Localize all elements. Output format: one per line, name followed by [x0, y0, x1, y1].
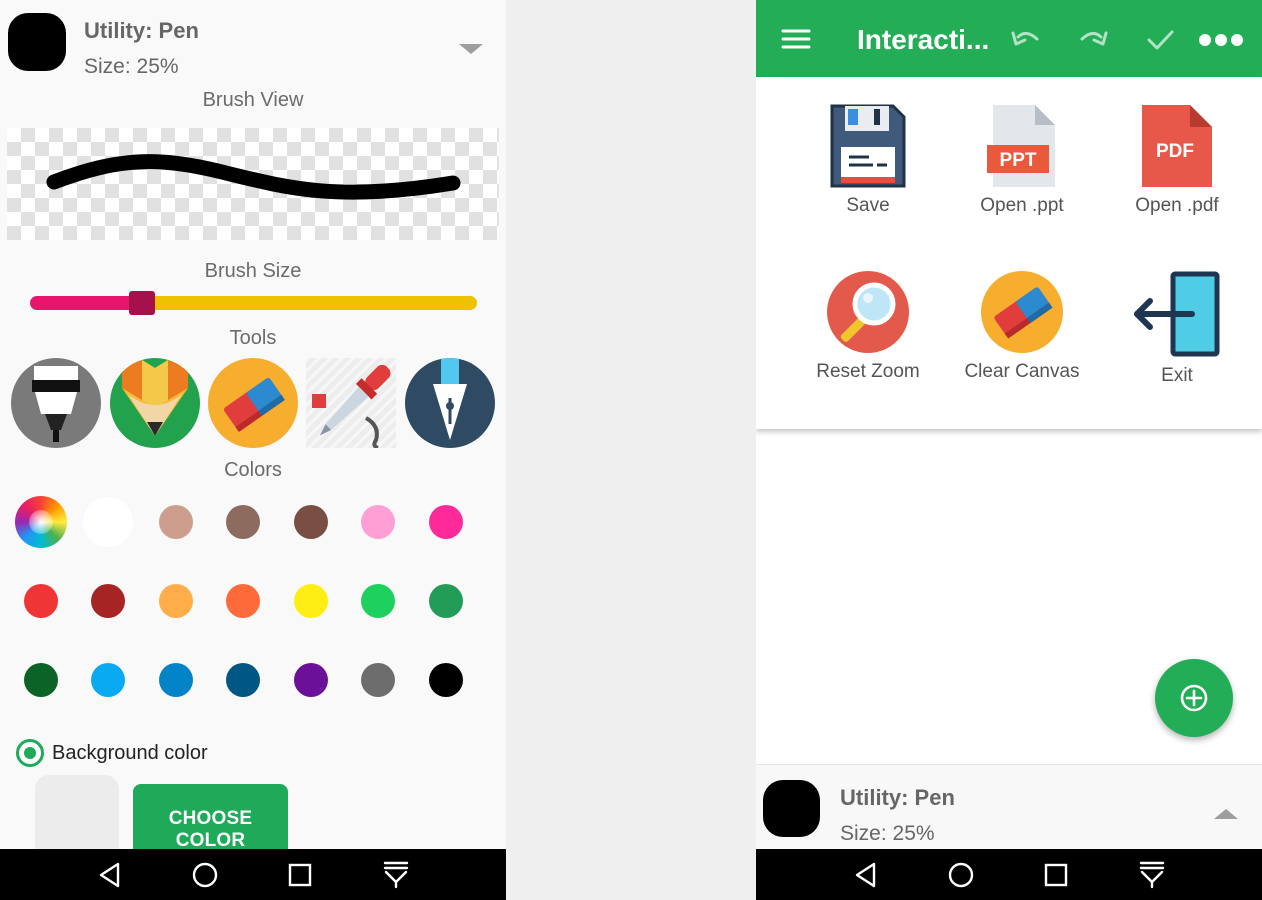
color-swatch[interactable]	[429, 663, 463, 697]
open-pdf-menu-item[interactable]: PDF Open .pdf	[1107, 103, 1247, 217]
file-menu: Save PPT Open .ppt PDF Open .pdf Reset Z…	[756, 77, 1262, 429]
open-ppt-menu-item[interactable]: PPT Open .ppt	[952, 103, 1092, 217]
save-icon	[830, 104, 906, 188]
color-swatch[interactable]	[429, 584, 463, 618]
home-icon[interactable]	[189, 859, 221, 891]
brush-view-label: Brush View	[202, 89, 304, 111]
current-color-swatch	[763, 780, 820, 837]
eraser-icon[interactable]	[208, 358, 298, 448]
add-circle-icon	[1180, 684, 1208, 712]
tools-label: Tools	[229, 327, 277, 349]
brush-stroke-preview	[46, 154, 461, 200]
canvas-screen: Interacti... Save PPT Open .ppt PDF Open…	[756, 0, 1262, 900]
undo-icon[interactable]	[1010, 20, 1042, 58]
exit-menu-item[interactable]: Exit	[1107, 271, 1247, 387]
color-swatch[interactable]	[226, 584, 260, 618]
reset-zoom-label: Reset Zoom	[816, 361, 920, 382]
app-title: Interacti...	[857, 24, 990, 55]
utility-size: Size: 25%	[840, 822, 935, 845]
choose-color-button[interactable]: CHOOSE COLOR	[133, 784, 288, 851]
back-icon[interactable]	[850, 859, 882, 891]
color-swatch[interactable]	[294, 663, 328, 697]
utility-title: Utility: Pen	[840, 785, 955, 810]
brush-size-slider[interactable]	[30, 291, 477, 315]
utility-bottom-bar[interactable]: Utility: Pen Size: 25%	[756, 764, 1262, 849]
back-icon[interactable]	[94, 859, 126, 891]
notifications-icon[interactable]	[1136, 859, 1168, 891]
fountain-pen-icon[interactable]	[405, 358, 495, 448]
home-icon[interactable]	[945, 859, 977, 891]
utility-header[interactable]: Utility: Pen Size: 25%	[0, 0, 506, 88]
ppt-file-icon: PPT	[987, 105, 1055, 187]
utility-size: Size: 25%	[84, 55, 179, 78]
color-wheel-icon[interactable]	[15, 496, 67, 548]
color-swatch[interactable]	[361, 584, 395, 618]
radio-selected-dot	[24, 747, 36, 759]
slider-active-track	[30, 296, 142, 310]
color-swatch[interactable]	[226, 505, 260, 539]
add-button[interactable]	[1155, 659, 1233, 737]
color-swatch[interactable]	[361, 505, 395, 539]
brush-size-label: Brush Size	[204, 260, 302, 282]
background-color-label: Background color	[52, 742, 208, 764]
color-swatch[interactable]	[429, 505, 463, 539]
pdf-file-icon: PDF	[1142, 105, 1212, 187]
caret-down-icon[interactable]	[459, 44, 483, 54]
redo-icon[interactable]	[1077, 20, 1109, 58]
exit-icon	[1134, 271, 1220, 357]
marker-icon[interactable]	[11, 358, 101, 448]
navigation-bar	[756, 849, 1262, 900]
brush-settings-screen: Utility: Pen Size: 25% Brush View Brush …	[0, 0, 506, 900]
caret-up-icon[interactable]	[1214, 809, 1238, 819]
color-swatch[interactable]	[91, 584, 125, 618]
background-color-radio[interactable]	[16, 739, 44, 767]
slider-thumb[interactable]	[129, 291, 155, 315]
current-color-swatch	[8, 13, 66, 71]
save-menu-item[interactable]: Save	[798, 103, 938, 217]
color-swatch[interactable]	[294, 505, 328, 539]
save-label: Save	[846, 195, 890, 216]
color-swatch[interactable]	[24, 584, 58, 618]
color-swatch[interactable]	[226, 663, 260, 697]
clear-canvas-menu-item[interactable]: Clear Canvas	[952, 269, 1092, 383]
ppt-badge-text: PPT	[1000, 150, 1037, 171]
check-icon[interactable]	[1145, 20, 1175, 58]
color-swatch[interactable]	[361, 663, 395, 697]
pencil-icon[interactable]	[110, 358, 200, 448]
color-swatch[interactable]	[294, 584, 328, 618]
notifications-icon[interactable]	[380, 859, 412, 891]
menu-icon[interactable]	[781, 20, 811, 58]
background-color-preview	[35, 775, 119, 849]
app-bar: Interacti...	[756, 0, 1262, 77]
pdf-badge-text: PDF	[1156, 141, 1194, 162]
color-swatch[interactable]	[24, 663, 58, 697]
more-icon[interactable]	[1198, 20, 1244, 58]
brush-preview	[7, 128, 499, 240]
navigation-bar	[0, 849, 506, 900]
reset-zoom-menu-item[interactable]: Reset Zoom	[798, 269, 938, 383]
color-swatch[interactable]	[83, 497, 133, 547]
color-swatch[interactable]	[91, 663, 125, 697]
exit-label: Exit	[1161, 365, 1193, 386]
recents-icon[interactable]	[284, 859, 316, 891]
open-pdf-label: Open .pdf	[1135, 195, 1219, 216]
color-swatch[interactable]	[159, 663, 193, 697]
magnifier-icon	[827, 271, 909, 353]
eraser-icon	[981, 271, 1063, 353]
color-swatch[interactable]	[159, 584, 193, 618]
color-swatch[interactable]	[159, 505, 193, 539]
recents-icon[interactable]	[1040, 859, 1072, 891]
utility-title: Utility: Pen	[84, 18, 199, 43]
colors-label: Colors	[224, 459, 282, 481]
slider-inactive-track	[142, 296, 477, 310]
open-ppt-label: Open .ppt	[980, 195, 1064, 216]
clear-canvas-label: Clear Canvas	[964, 361, 1080, 382]
eyedropper-icon[interactable]	[306, 358, 396, 448]
